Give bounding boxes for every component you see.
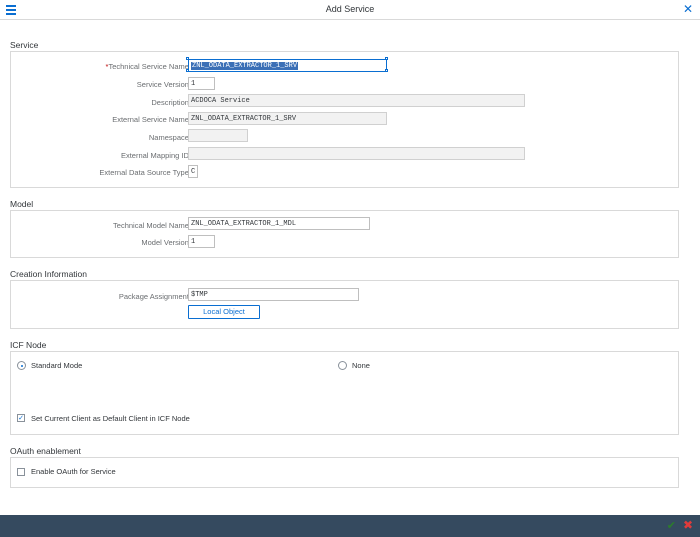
standard-mode-radio[interactable] (17, 361, 26, 370)
selection-handle[interactable] (385, 69, 388, 72)
service-version-field[interactable]: 1 (188, 77, 215, 90)
selection-handle[interactable] (385, 57, 388, 60)
icf-section-title: ICF Node (10, 340, 47, 350)
oauth-group: Enable OAuth for Service (10, 457, 679, 488)
icf-group: Standard Mode None ✓ Set Current Client … (10, 351, 679, 435)
model-section-title: Model (10, 199, 34, 209)
close-icon[interactable]: ✕ (683, 3, 693, 15)
footer-toolbar: ✔ ✖ (0, 515, 700, 537)
oauth-section-title: OAuth enablement (10, 446, 81, 456)
model-version-field[interactable]: 1 (188, 235, 215, 248)
technical-service-name-field[interactable]: ZNL_ODATA_EXTRACTOR_1_SRV (188, 59, 387, 72)
package-assignment-field[interactable]: $TMP (188, 288, 359, 301)
default-client-checkbox[interactable]: ✓ (17, 414, 25, 422)
external-service-name-label: External Service Name: (112, 115, 191, 124)
creation-group: Package Assignment: $TMP Local Object (10, 280, 679, 329)
service-section-title: Service (10, 40, 39, 50)
none-label[interactable]: None (352, 361, 370, 370)
enable-oauth-checkbox[interactable] (17, 468, 25, 476)
external-data-source-type-field[interactable]: C (188, 165, 198, 178)
service-group: *Technical Service Name: ZNL_ODATA_EXTRA… (10, 51, 679, 188)
external-data-source-type-label: External Data Source Type: (99, 168, 191, 177)
title-bar: Add Service ✕ (0, 0, 700, 20)
standard-mode-label[interactable]: Standard Mode (31, 361, 82, 370)
package-assignment-label: Package Assignment: (118, 292, 191, 301)
checkmark-icon[interactable]: ✔ (667, 519, 676, 532)
technical-service-name-label: *Technical Service Name: (105, 62, 191, 71)
technical-model-name-field[interactable]: ZNL_ODATA_EXTRACTOR_1_MDL (188, 217, 370, 230)
creation-section-title: Creation Information (10, 269, 88, 279)
default-client-label[interactable]: Set Current Client as Default Client in … (31, 414, 190, 423)
namespace-label: Namespace: (148, 133, 191, 142)
selection-handle[interactable] (186, 57, 189, 60)
model-version-label: Model Version: (141, 238, 191, 247)
external-mapping-id-field[interactable] (188, 147, 525, 160)
description-field[interactable]: ACDOCA Service (188, 94, 525, 107)
local-object-button[interactable]: Local Object (188, 305, 260, 319)
enable-oauth-label[interactable]: Enable OAuth for Service (31, 467, 116, 476)
selection-handle[interactable] (186, 69, 189, 72)
external-mapping-id-label: External Mapping ID: (120, 151, 191, 160)
cancel-icon[interactable]: ✖ (683, 518, 693, 532)
technical-model-name-label: Technical Model Name: (113, 221, 191, 230)
window-title: Add Service (325, 4, 375, 14)
service-version-label: Service Version: (136, 80, 191, 89)
namespace-field[interactable] (188, 129, 248, 142)
description-label: Description: (151, 98, 191, 107)
model-group: Technical Model Name: ZNL_ODATA_EXTRACTO… (10, 210, 679, 258)
external-service-name-field[interactable]: ZNL_ODATA_EXTRACTOR_1_SRV (188, 112, 387, 125)
none-radio[interactable] (338, 361, 347, 370)
